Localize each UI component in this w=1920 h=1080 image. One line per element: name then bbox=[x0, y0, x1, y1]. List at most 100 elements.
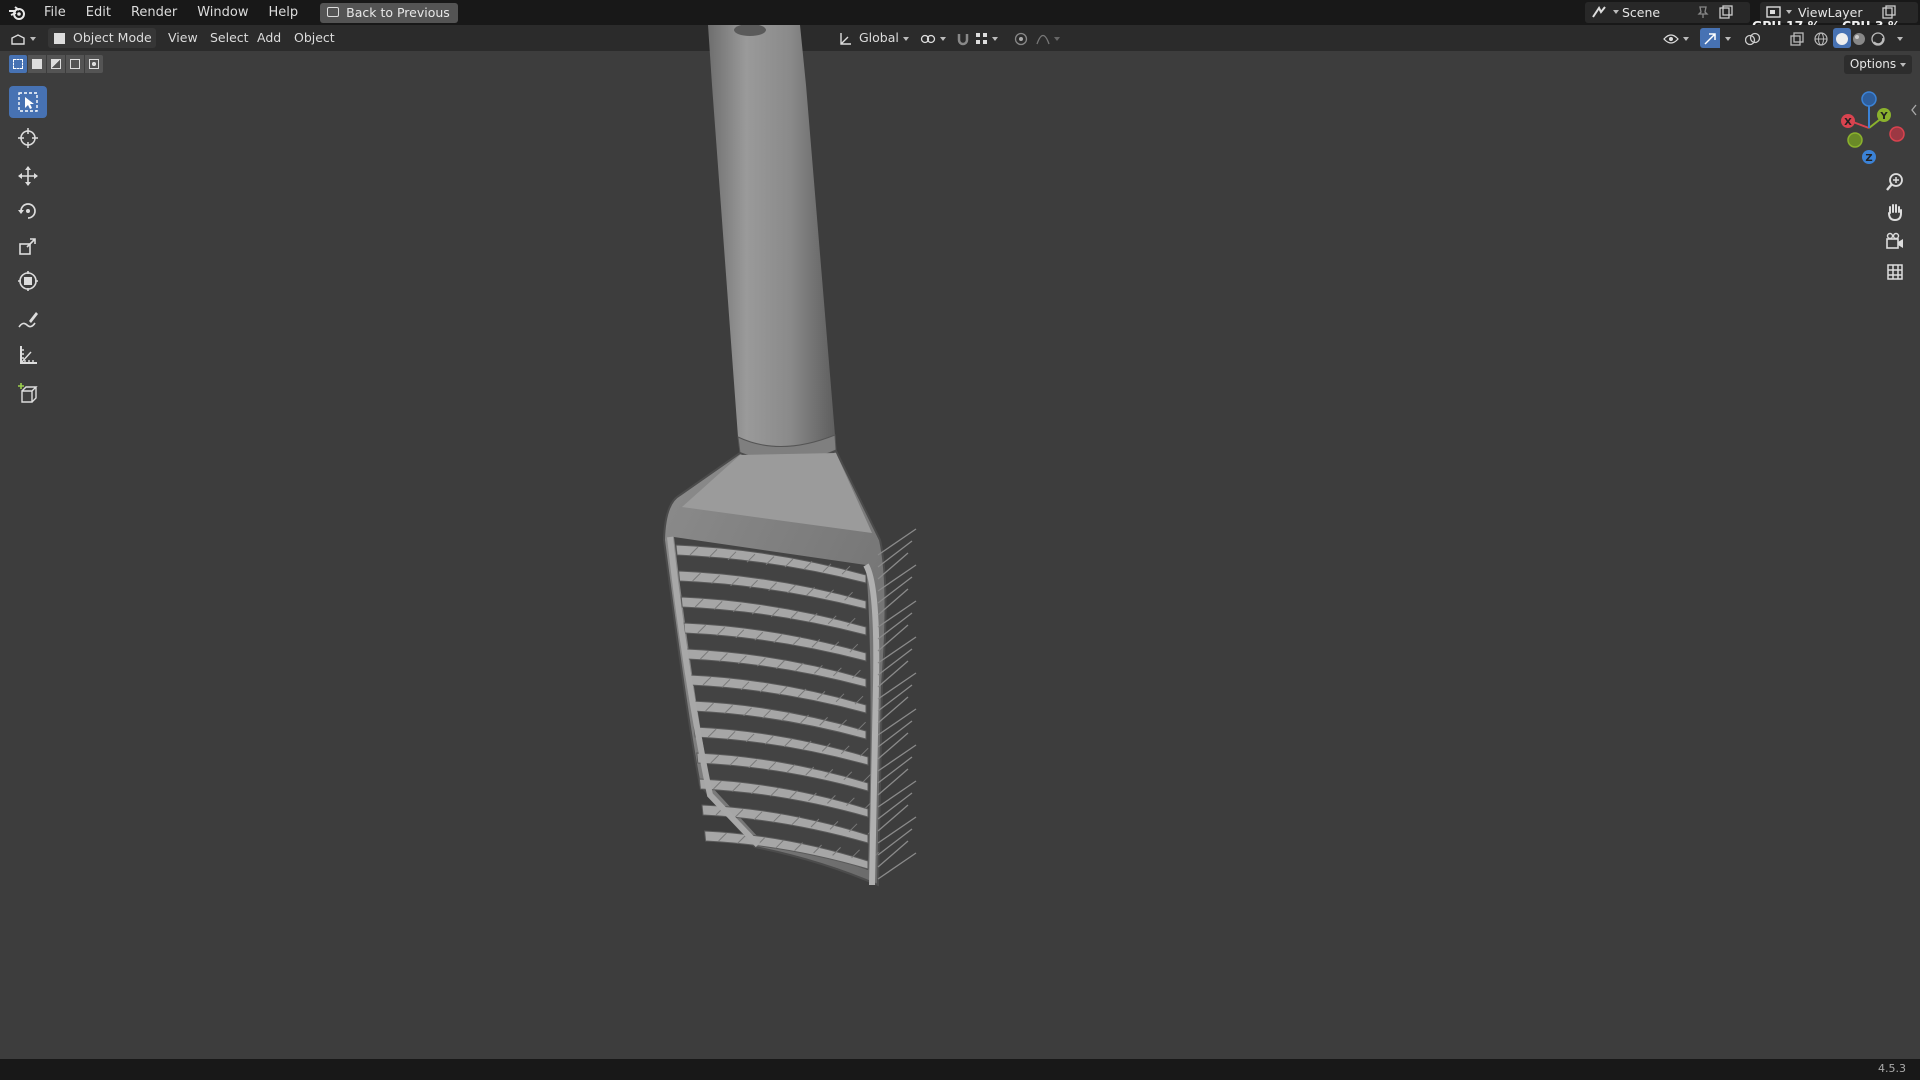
new-scene-icon[interactable] bbox=[1719, 5, 1733, 19]
falloff-dropdown[interactable] bbox=[1036, 28, 1064, 48]
transform-icon bbox=[18, 271, 38, 291]
back-to-previous-label: Back to Previous bbox=[346, 4, 450, 20]
falloff-icon bbox=[1036, 34, 1050, 44]
gizmo-neg-x[interactable] bbox=[1889, 126, 1905, 142]
viewport-editor-icon bbox=[11, 33, 25, 45]
material-sphere-icon bbox=[1853, 32, 1865, 45]
blender-logo-icon[interactable] bbox=[0, 0, 34, 25]
sidebar-toggle-arrow[interactable] bbox=[1910, 104, 1918, 116]
zoom-button[interactable] bbox=[1880, 168, 1910, 196]
new-viewlayer-icon[interactable] bbox=[1882, 5, 1896, 19]
solid-sphere-icon bbox=[1836, 32, 1848, 45]
menu-add[interactable]: Add bbox=[257, 28, 281, 48]
shading-material[interactable] bbox=[1852, 28, 1870, 48]
tool-measure[interactable] bbox=[9, 339, 47, 371]
tool-transform[interactable] bbox=[9, 265, 47, 297]
select-intersect-icon bbox=[89, 59, 99, 69]
annotate-icon bbox=[18, 312, 38, 328]
menu-edit[interactable]: Edit bbox=[76, 0, 121, 25]
shading-wireframe[interactable] bbox=[1814, 28, 1832, 48]
brush-bristle bbox=[877, 852, 917, 880]
gizmo-y-label: Y bbox=[1879, 111, 1888, 122]
xray-icon bbox=[1790, 31, 1804, 46]
gizmo-dropdown[interactable] bbox=[1721, 28, 1735, 48]
object-mode-label: Object Mode bbox=[72, 30, 152, 45]
tool-rotate[interactable] bbox=[9, 195, 47, 227]
gizmo-neg-y[interactable] bbox=[1847, 132, 1863, 148]
scene-icon bbox=[1592, 6, 1606, 18]
shading-rendered[interactable] bbox=[1871, 28, 1889, 48]
select-intersect-button[interactable] bbox=[85, 55, 103, 73]
select-subtract-button[interactable] bbox=[47, 55, 65, 73]
perspective-toggle-button[interactable] bbox=[1880, 258, 1910, 286]
scene-selector[interactable]: Scene bbox=[1585, 2, 1750, 23]
chevron-left-icon bbox=[1911, 104, 1917, 116]
menu-window[interactable]: Window bbox=[187, 0, 258, 25]
proportional-edit-toggle[interactable] bbox=[1014, 28, 1032, 48]
snap-toggle[interactable] bbox=[956, 28, 972, 48]
brush-handle bbox=[708, 25, 835, 450]
camera-view-button[interactable] bbox=[1880, 228, 1910, 256]
gizmo-neg-z[interactable] bbox=[1861, 91, 1877, 107]
xray-toggle[interactable] bbox=[1790, 28, 1808, 48]
brush-bristle bbox=[877, 732, 909, 760]
select-subtract-icon bbox=[51, 59, 61, 69]
wireframe-sphere-icon bbox=[1814, 31, 1828, 46]
select-new-button[interactable] bbox=[9, 55, 27, 73]
overlays-toggle[interactable] bbox=[1744, 28, 1763, 48]
snap-target-dropdown[interactable] bbox=[976, 28, 1006, 48]
brush-bristle bbox=[877, 768, 909, 796]
measure-icon bbox=[20, 346, 37, 364]
menu-file[interactable]: File bbox=[34, 0, 76, 25]
scene-label: Scene bbox=[1622, 5, 1661, 20]
object-mode-icon bbox=[54, 33, 65, 44]
camera-icon bbox=[1886, 232, 1903, 249]
tool-cursor[interactable] bbox=[9, 122, 47, 154]
tool-shelf bbox=[0, 80, 56, 420]
version-label: 4.5.3 bbox=[1878, 1062, 1906, 1075]
menu-object[interactable]: Object bbox=[294, 28, 335, 48]
tool-scale[interactable] bbox=[9, 230, 47, 262]
select-box-icon bbox=[18, 92, 38, 112]
menu-select[interactable]: Select bbox=[210, 28, 249, 48]
zoom-icon bbox=[1886, 173, 1903, 191]
overlays-icon bbox=[1744, 32, 1761, 45]
menu-render[interactable]: Render bbox=[121, 0, 187, 25]
move-icon bbox=[18, 166, 38, 186]
tool-add-cube[interactable] bbox=[9, 378, 47, 410]
tool-select-box[interactable] bbox=[9, 86, 47, 118]
tool-annotate[interactable] bbox=[9, 304, 47, 336]
magnet-icon bbox=[957, 33, 969, 45]
object-mode-dropdown[interactable]: Object Mode bbox=[48, 28, 156, 61]
gizmo-icon bbox=[1704, 32, 1716, 45]
navigation-gizmo[interactable]: X Y Z bbox=[1825, 85, 1905, 165]
viewport-header: Object Mode View Select Add Object Globa… bbox=[0, 25, 1920, 61]
rotate-icon bbox=[18, 203, 36, 219]
hairbrush-model[interactable] bbox=[640, 25, 940, 905]
options-dropdown[interactable]: Options bbox=[1844, 55, 1912, 74]
back-to-previous-button[interactable]: Back to Previous bbox=[320, 2, 458, 23]
select-new-icon bbox=[13, 59, 23, 69]
select-extend-button[interactable] bbox=[28, 55, 46, 73]
eye-icon bbox=[1663, 33, 1679, 44]
visibility-dropdown[interactable] bbox=[1663, 28, 1693, 48]
pan-button[interactable] bbox=[1880, 198, 1910, 226]
editor-type-button[interactable] bbox=[10, 28, 40, 48]
status-bar: 4.5.3 bbox=[0, 1059, 1920, 1080]
select-extend-icon bbox=[32, 59, 42, 69]
gizmo-toggle[interactable] bbox=[1700, 28, 1720, 48]
select-invert-icon bbox=[70, 59, 80, 69]
scale-icon bbox=[19, 238, 36, 255]
menu-view[interactable]: View bbox=[168, 28, 198, 48]
cursor-icon bbox=[18, 128, 38, 148]
pin-icon[interactable] bbox=[1697, 6, 1709, 19]
gizmo-z-label: Z bbox=[1865, 153, 1872, 164]
proportional-icon bbox=[1014, 32, 1028, 45]
tool-move[interactable] bbox=[9, 160, 47, 192]
add-cube-icon bbox=[18, 383, 38, 403]
shading-solid[interactable] bbox=[1833, 28, 1851, 48]
menu-help[interactable]: Help bbox=[259, 0, 309, 25]
select-invert-button[interactable] bbox=[66, 55, 84, 73]
brush-bristle bbox=[877, 840, 909, 868]
shading-dropdown[interactable] bbox=[1893, 28, 1907, 48]
